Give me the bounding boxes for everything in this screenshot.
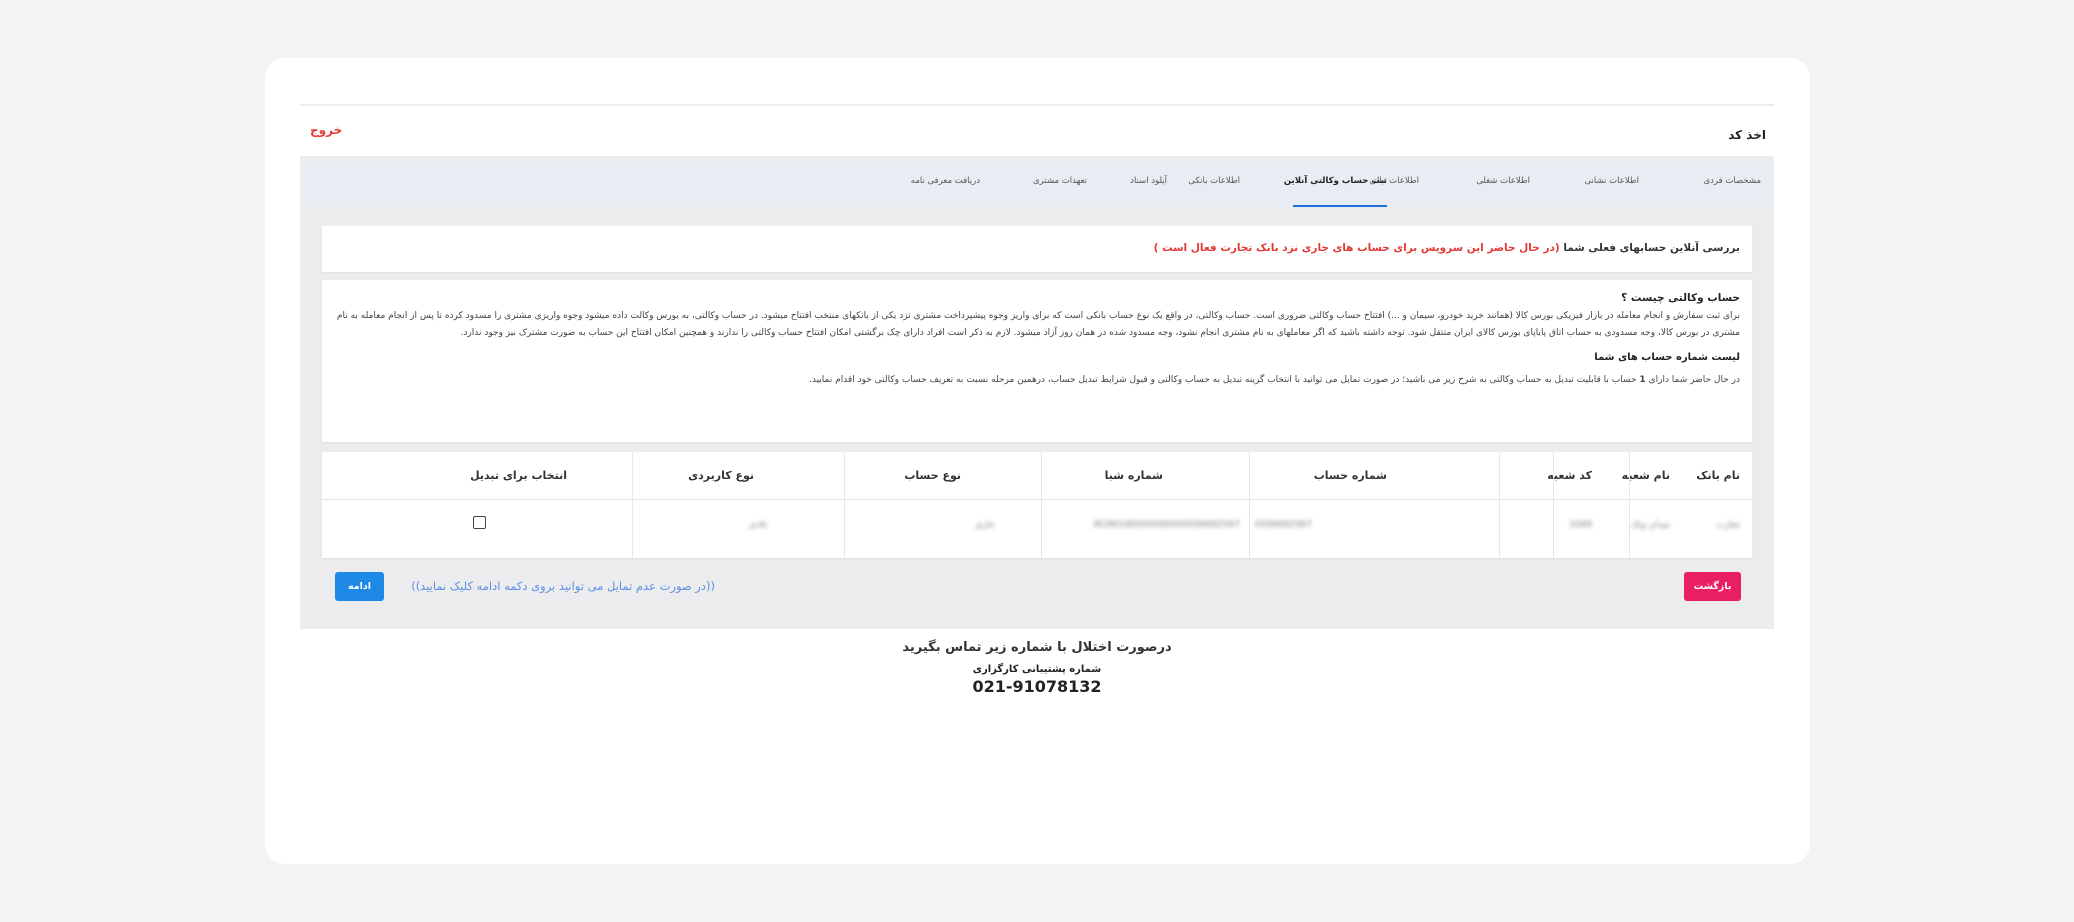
continue-button[interactable]: ادامه bbox=[335, 572, 384, 601]
tab-introduction-letter[interactable]: دریافت معرفی نامه bbox=[911, 176, 980, 186]
continue-hint: ((در صورت عدم تمایل می توانید بروی دکمه … bbox=[411, 579, 715, 593]
table-header: نام بانک نام شعبه کد شعبه شماره حساب شما… bbox=[322, 452, 1752, 500]
support-phone: 021-91078132 bbox=[972, 677, 1102, 696]
col-account-number: شماره حساب bbox=[1313, 469, 1387, 482]
review-note: (در حال حاضر این سرویس برای حساب های جار… bbox=[1153, 242, 1560, 254]
escrow-description: برای ثبت سفارش و انجام معامله در بازار ف… bbox=[336, 311, 1740, 338]
tab-upload-documents[interactable]: آپلود اسناد bbox=[1130, 176, 1167, 186]
cell-branch: میدان ونک bbox=[1630, 520, 1670, 530]
review-title: بررسی آنلاین حسابهای فعلی شما bbox=[1563, 242, 1740, 254]
cell-account: 0556692567 bbox=[1254, 520, 1312, 530]
cell-sheba: IR280180000000000556692567 bbox=[1093, 520, 1240, 530]
accounts-table: نام بانک نام شعبه کد شعبه شماره حساب شما… bbox=[322, 452, 1752, 558]
active-tab-indicator bbox=[1293, 205, 1387, 207]
cell-account-type: جاری bbox=[975, 520, 995, 530]
support-label: شماره پشتیبانی کارگزاری bbox=[972, 664, 1102, 675]
tab-personal-info[interactable]: مشخصات فردی bbox=[1704, 176, 1761, 186]
tab-address-info[interactable]: اطلاعات نشانی bbox=[1584, 176, 1639, 186]
review-line: بررسی آنلاین حسابهای فعلی شما (در حال حا… bbox=[1154, 242, 1740, 254]
col-select-convert: انتخاب برای تبدیل bbox=[470, 469, 567, 482]
col-usage-type: نوع کاربردی bbox=[688, 469, 754, 482]
support-message: درصورت اختلال با شماره زیر تماس بگیرید bbox=[902, 640, 1172, 655]
accounts-info-text: در حال حاضر شما دارای 1 حساب با قابلیت ت… bbox=[809, 375, 1740, 385]
account-count: 1 bbox=[1639, 375, 1646, 385]
page-title: اخذ کد bbox=[1728, 128, 1766, 142]
col-bank-name: نام بانک bbox=[1696, 469, 1740, 482]
cell-usage-type: عادی bbox=[748, 520, 768, 530]
support-footer: درصورت اختلال با شماره زیر تماس بگیرید ش… bbox=[0, 640, 2074, 696]
col-account-type: نوع حساب bbox=[904, 469, 961, 482]
cell-bank: تجارت bbox=[1716, 520, 1740, 530]
col-sheba: شماره شبا bbox=[1104, 469, 1163, 482]
back-button[interactable]: بازگشت bbox=[1684, 572, 1741, 601]
tab-online-escrow-account[interactable]: ثبت حساب وکالتی آنلاین bbox=[1284, 176, 1387, 186]
tab-bar: مشخصات فردی اطلاعات نشانی اطلاعات شغلی ا… bbox=[300, 162, 1774, 207]
app-panel: اخذ کد خروج مشخصات فردی اطلاعات نشانی اط… bbox=[300, 104, 1774, 629]
convert-checkbox[interactable] bbox=[473, 516, 486, 529]
escrow-info-box: حساب وکالتی چیست ؟ برای ثبت سفارش و انجا… bbox=[322, 280, 1752, 442]
tab-customer-commitments[interactable]: تعهدات مشتری bbox=[1033, 176, 1087, 186]
tab-job-info[interactable]: اطلاعات شغلی bbox=[1476, 176, 1530, 186]
accounts-list-heading: لیست شماره حساب های شما bbox=[1594, 352, 1740, 363]
cell-branch-code: 1049 bbox=[1569, 520, 1592, 530]
table-row: تجارت میدان ونک 1049 0556692567 IR280180… bbox=[322, 500, 1752, 558]
top-bar: اخذ کد خروج bbox=[300, 106, 1774, 156]
logout-link[interactable]: خروج bbox=[310, 123, 342, 137]
tab-bank-info[interactable]: اطلاعات بانکی bbox=[1188, 176, 1240, 186]
online-review-box: بررسی آنلاین حسابهای فعلی شما (در حال حا… bbox=[322, 226, 1752, 272]
escrow-heading: حساب وکالتی چیست ؟ bbox=[1621, 292, 1740, 304]
